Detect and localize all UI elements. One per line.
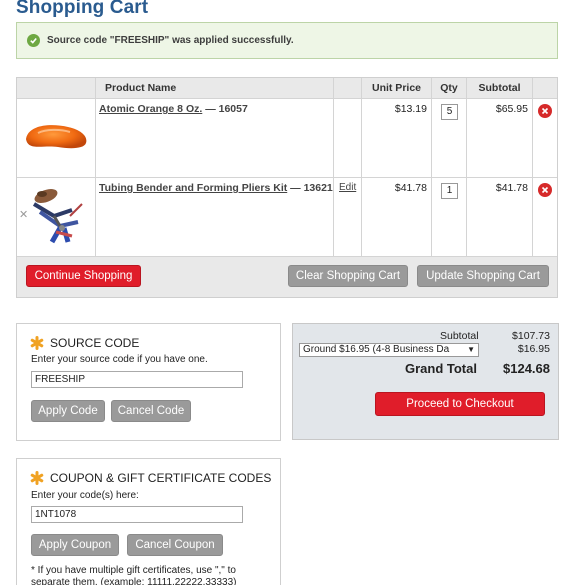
asterisk-icon bbox=[30, 336, 44, 350]
source-code-hint: Enter your source code if you have one. bbox=[31, 354, 208, 365]
shipping-select-value: Ground $16.95 (4-8 Business Da bbox=[303, 344, 450, 355]
edit-cell bbox=[334, 99, 362, 177]
product-image-pliers-kit[interactable] bbox=[20, 182, 92, 253]
header-delete bbox=[533, 78, 557, 98]
header-subtotal: Subtotal bbox=[467, 78, 533, 98]
product-sku: — 13621 bbox=[287, 182, 333, 194]
header-image bbox=[17, 78, 96, 98]
product-link[interactable]: Tubing Bender and Forming Pliers Kit bbox=[99, 182, 287, 194]
table-row: Atomic Orange 8 Oz. — 16057 $13.19 5 $65… bbox=[17, 99, 557, 178]
update-cart-button[interactable]: Update Shopping Cart bbox=[417, 265, 549, 287]
proceed-to-checkout-button[interactable]: Proceed to Checkout bbox=[375, 392, 545, 416]
success-message-text: Source code "FREESHIP" was applied succe… bbox=[47, 35, 294, 46]
continue-shopping-button[interactable]: Continue Shopping bbox=[26, 265, 141, 287]
shipping-select[interactable]: Ground $16.95 (4-8 Business Da ▼ bbox=[299, 343, 479, 357]
row-subtotal: $41.78 bbox=[467, 178, 533, 256]
header-edit bbox=[334, 78, 362, 98]
grand-total-value: $124.68 bbox=[503, 361, 550, 376]
product-image-cell: ✕ bbox=[17, 178, 96, 256]
source-code-input[interactable]: FREESHIP bbox=[31, 371, 243, 388]
cart-table-header: Product Name Unit Price Qty Subtotal bbox=[17, 78, 557, 99]
coupon-input[interactable]: 1NT1078 bbox=[31, 506, 243, 523]
product-image-orange-paint[interactable] bbox=[20, 103, 92, 174]
header-qty: Qty bbox=[432, 78, 467, 98]
product-sku: — 16057 bbox=[202, 103, 248, 115]
cart-actions: Continue Shopping Clear Shopping Cart Up… bbox=[17, 257, 557, 297]
product-name-cell: Atomic Orange 8 Oz. — 16057 bbox=[96, 99, 334, 177]
row-subtotal: $65.95 bbox=[467, 99, 533, 177]
page-title: Shopping Cart bbox=[16, 0, 149, 18]
product-name-cell: Tubing Bender and Forming Pliers Kit — 1… bbox=[96, 178, 334, 256]
quantity-input[interactable]: 5 bbox=[441, 104, 458, 120]
subtotal-label: Subtotal bbox=[440, 330, 479, 342]
source-code-title-text: SOURCE CODE bbox=[50, 336, 140, 350]
cart-table: Product Name Unit Price Qty Subtotal Ato… bbox=[16, 77, 558, 298]
clear-cart-button[interactable]: Clear Shopping Cart bbox=[288, 265, 408, 287]
coupon-panel: COUPON & GIFT CERTIFICATE CODES Enter yo… bbox=[16, 458, 281, 585]
check-icon bbox=[27, 34, 40, 47]
subtotal-value: $107.73 bbox=[512, 330, 550, 342]
qty-cell: 1 bbox=[432, 178, 467, 256]
cancel-coupon-button[interactable]: Cancel Coupon bbox=[127, 534, 223, 556]
unit-price: $41.78 bbox=[362, 178, 432, 256]
coupon-hint: Enter your code(s) here: bbox=[31, 490, 139, 501]
edit-link[interactable]: Edit bbox=[334, 178, 361, 193]
product-image-cell bbox=[17, 99, 96, 177]
coupon-note: * If you have multiple gift certificates… bbox=[31, 565, 237, 585]
success-message: Source code "FREESHIP" was applied succe… bbox=[16, 22, 558, 59]
grand-total-label: Grand Total bbox=[405, 361, 477, 376]
dropdown-arrow-icon: ▼ bbox=[467, 345, 475, 354]
remove-item-icon[interactable] bbox=[538, 104, 552, 118]
coupon-title-text: COUPON & GIFT CERTIFICATE CODES bbox=[50, 471, 272, 485]
header-product-name: Product Name bbox=[96, 78, 334, 98]
source-code-title: SOURCE CODE bbox=[30, 336, 139, 350]
apply-code-button[interactable]: Apply Code bbox=[31, 400, 105, 422]
shipping-value: $16.95 bbox=[517, 343, 550, 355]
coupon-title: COUPON & GIFT CERTIFICATE CODES bbox=[30, 471, 271, 485]
delete-cell bbox=[533, 178, 557, 256]
product-link[interactable]: Atomic Orange 8 Oz. bbox=[99, 103, 202, 115]
apply-coupon-button[interactable]: Apply Coupon bbox=[31, 534, 119, 556]
asterisk-icon bbox=[30, 471, 44, 485]
remove-item-icon[interactable] bbox=[538, 183, 552, 197]
edit-cell: Edit bbox=[334, 178, 362, 256]
quantity-input[interactable]: 1 bbox=[441, 183, 458, 199]
unit-price: $13.19 bbox=[362, 99, 432, 177]
source-code-panel: SOURCE CODE Enter your source code if yo… bbox=[16, 323, 281, 441]
delete-cell bbox=[533, 99, 557, 177]
order-summary: Subtotal $107.73 Ground $16.95 (4-8 Busi… bbox=[292, 323, 559, 440]
table-row: ✕ Tubing Bender and Forming Pliers Kit —… bbox=[17, 178, 557, 257]
cancel-code-button[interactable]: Cancel Code bbox=[111, 400, 191, 422]
qty-cell: 5 bbox=[432, 99, 467, 177]
header-unit-price: Unit Price bbox=[362, 78, 432, 98]
